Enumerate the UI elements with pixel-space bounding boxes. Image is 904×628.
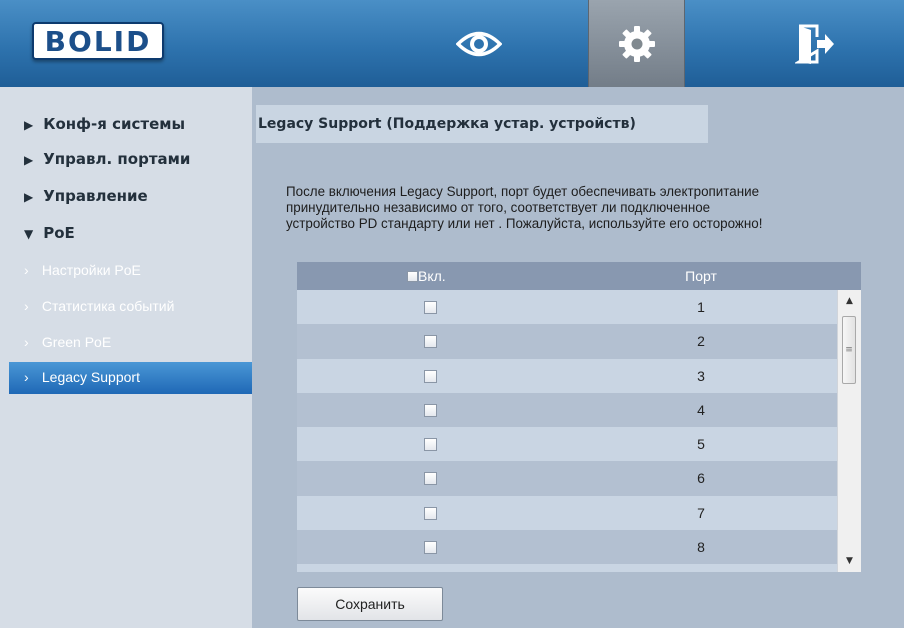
scroll-down-arrow-icon[interactable]: ▼ [838, 552, 861, 570]
sidebar-item-system-config[interactable]: ▶ Конф-я системы [24, 115, 185, 133]
sidebar-item-label: PoE [43, 224, 75, 242]
triangle-down-icon: ▼ [24, 227, 34, 241]
description-line: устройство PD стандарту или нет . Пожалу… [286, 216, 763, 231]
scrollbar-thumb[interactable]: ≡ [842, 316, 856, 384]
sidebar-subitem-label: Green PoE [41, 334, 112, 350]
triangle-right-icon: ▶ [24, 118, 34, 132]
sidebar-subitem-event-stats[interactable]: › Статистика событий [24, 298, 174, 314]
exit-icon [794, 24, 834, 64]
table-scrollbar[interactable]: ▲ ≡ ▼ [837, 290, 861, 572]
triangle-right-icon: ▶ [24, 190, 34, 204]
port-enable-checkbox[interactable] [424, 369, 437, 383]
description-line: принудительно независимо от того, соотве… [286, 200, 711, 215]
table-row: 7 [297, 495, 837, 531]
sidebar-item-management[interactable]: ▶ Управление [24, 187, 148, 205]
top-header: BOLID [0, 0, 904, 87]
column-header-enable: Вкл. [418, 268, 446, 284]
table-row [297, 564, 837, 572]
description-line: После включения Legacy Support, порт буд… [286, 184, 760, 199]
gear-icon [618, 25, 655, 62]
header-enable-all[interactable]: Вкл. [407, 268, 446, 284]
port-enable-checkbox[interactable] [424, 403, 437, 417]
port-number: 6 [697, 470, 705, 487]
table-row: 3 [297, 358, 837, 393]
chevron-right-icon: › [24, 369, 29, 385]
table-row: 5 [297, 427, 837, 462]
chevron-right-icon: › [24, 334, 29, 350]
description-text: После включения Legacy Support, порт буд… [286, 184, 904, 232]
chevron-right-icon: › [24, 298, 29, 314]
sidebar-item-label: Управл. портами [43, 150, 191, 168]
port-number: 5 [697, 436, 705, 453]
chevron-right-icon: › [24, 262, 29, 278]
port-enable-checkbox[interactable] [424, 472, 437, 486]
table-header: Вкл. Порт [297, 262, 861, 290]
sidebar: ▶ Конф-я системы ▶ Управл. портами ▶ Упр… [0, 87, 252, 628]
port-number: 1 [697, 299, 705, 315]
table-row: 1 [297, 290, 837, 325]
table-row: 8 [297, 530, 837, 565]
port-number: 4 [697, 401, 705, 418]
sidebar-item-poe[interactable]: ▼ PoE [24, 224, 75, 242]
port-enable-checkbox[interactable] [424, 301, 437, 314]
sidebar-subitem-active-inner: › Legacy Support [24, 369, 140, 385]
eye-icon [455, 31, 502, 56]
live-view-button[interactable] [430, 0, 527, 87]
settings-button[interactable] [588, 0, 685, 87]
column-header-port: Порт [685, 268, 717, 284]
save-button[interactable]: Сохранить [297, 587, 443, 621]
table-row: 6 [297, 461, 837, 496]
sidebar-item-label: Управление [43, 187, 148, 205]
logout-button[interactable] [766, 0, 863, 87]
main-content: Legacy Support (Поддержка устар. устройс… [252, 87, 904, 628]
bolid-logo: BOLID [32, 22, 164, 60]
sidebar-subitem-label: Статистика событий [41, 298, 175, 314]
port-table: 1 2 3 4 5 6 7 8 [297, 290, 837, 572]
sidebar-item-port-management[interactable]: ▶ Управл. портами [24, 150, 190, 168]
enable-all-checkbox[interactable] [407, 270, 418, 282]
port-enable-checkbox[interactable] [424, 438, 437, 452]
table-row: 4 [297, 392, 837, 428]
sidebar-subitem-label: Legacy Support [41, 369, 140, 385]
port-number: 7 [697, 504, 705, 521]
sidebar-item-label: Конф-я системы [43, 115, 186, 133]
page-title: Legacy Support (Поддержка устар. устройс… [256, 105, 708, 143]
sidebar-subitem-green-poe[interactable]: › Green PoE [24, 334, 111, 350]
port-number: 8 [697, 539, 705, 556]
port-number: 2 [697, 333, 705, 350]
sidebar-subitem-label: Настройки PoE [41, 262, 141, 278]
sidebar-subitem-legacy-support[interactable]: › Legacy Support [9, 362, 252, 394]
port-enable-checkbox[interactable] [424, 541, 437, 555]
port-enable-checkbox[interactable] [424, 506, 437, 520]
triangle-right-icon: ▶ [24, 153, 34, 167]
scroll-up-arrow-icon[interactable]: ▲ [838, 292, 861, 310]
table-row: 2 [297, 324, 837, 359]
sidebar-subitem-poe-settings[interactable]: › Настройки PoE [24, 262, 141, 278]
port-number: 3 [697, 367, 705, 384]
port-enable-checkbox[interactable] [424, 335, 437, 349]
